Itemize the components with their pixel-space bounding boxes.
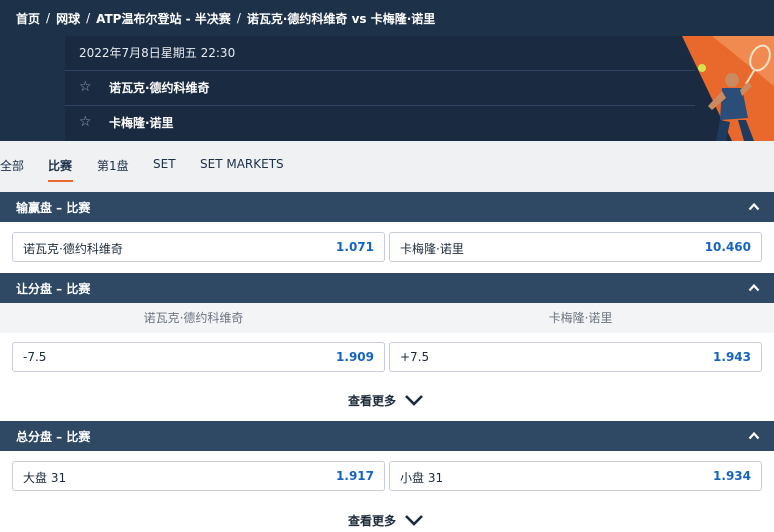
odds-button-handicap-p1[interactable]: -7.5 1.909 — [12, 342, 385, 372]
totals-body: 大盘 31 1.917 小盘 31 1.934 查看更多 — [0, 451, 774, 532]
divider — [65, 70, 695, 71]
tab-match[interactable]: 比赛 — [48, 157, 72, 174]
moneyline-header[interactable]: 输赢盘 – 比赛 — [0, 192, 774, 222]
chevron-up-icon[interactable] — [748, 282, 760, 294]
tab-set-1[interactable]: 第1盘 — [97, 157, 129, 174]
breadcrumb-separator: / — [46, 11, 51, 25]
odds-value: 10.460 — [704, 240, 751, 254]
page: 首页 / 网球 / ATP温布尔登站 - 半决赛 / 诺瓦克·德约科维奇 vs … — [0, 0, 774, 532]
player-row-2: ☆ 卡梅隆·诺里 — [79, 112, 174, 132]
odds-value: 1.909 — [336, 350, 374, 364]
chevron-down-icon — [405, 395, 423, 406]
breadcrumb-tennis[interactable]: 网球 — [56, 10, 80, 27]
odds-button-moneyline-p2[interactable]: 卡梅隆·诺里 10.460 — [389, 232, 762, 262]
handicap-body: 诺瓦克·德约科维奇 卡梅隆·诺里 -7.5 1.909 +7.5 1.943 查… — [0, 303, 774, 421]
favorite-star-icon[interactable]: ☆ — [79, 112, 109, 132]
favorite-star-icon[interactable]: ☆ — [79, 77, 109, 97]
match-header: 首页 / 网球 / ATP温布尔登站 - 半决赛 / 诺瓦克·德约科维奇 vs … — [0, 0, 774, 141]
selection-label: 卡梅隆·诺里 — [400, 242, 464, 256]
totals-title: 总分盘 – 比赛 — [16, 430, 91, 444]
totals-header[interactable]: 总分盘 – 比赛 — [0, 421, 774, 451]
chevron-down-icon — [405, 515, 423, 526]
show-more-button[interactable]: 查看更多 — [348, 510, 424, 530]
tennis-player-illustration — [682, 36, 774, 141]
odds-button-under[interactable]: 小盘 31 1.934 — [389, 461, 762, 491]
breadcrumb-separator: / — [86, 11, 91, 25]
breadcrumb: 首页 / 网球 / ATP温布尔登站 - 半决赛 / 诺瓦克·德约科维奇 vs … — [16, 9, 435, 27]
tab-all[interactable]: 全部 — [0, 157, 24, 174]
moneyline-title: 输赢盘 – 比赛 — [16, 201, 91, 215]
selection-label: 诺瓦克·德约科维奇 — [23, 242, 123, 256]
match-datetime: 2022年7月8日星期五 22:30 — [79, 46, 236, 60]
show-more-button[interactable]: 查看更多 — [348, 390, 424, 410]
breadcrumb-match: 诺瓦克·德约科维奇 vs 卡梅隆·诺里 — [246, 11, 436, 26]
odds-value: 1.934 — [713, 469, 751, 483]
handicap-header[interactable]: 让分盘 – 比赛 — [0, 273, 774, 303]
odds-value: 1.943 — [713, 350, 751, 364]
show-more-label: 查看更多 — [348, 393, 397, 408]
odds-value: 1.071 — [336, 240, 374, 254]
chevron-up-icon[interactable] — [748, 201, 760, 213]
player-row-1: ☆ 诺瓦克·德约科维奇 — [79, 77, 210, 97]
divider — [65, 105, 695, 106]
active-tab-indicator — [48, 180, 73, 182]
odds-value: 1.917 — [336, 469, 374, 483]
odds-button-moneyline-p1[interactable]: 诺瓦克·德约科维奇 1.071 — [12, 232, 385, 262]
selection-label: 大盘 31 — [23, 471, 67, 485]
odds-button-over[interactable]: 大盘 31 1.917 — [12, 461, 385, 491]
show-more-label: 查看更多 — [348, 513, 397, 528]
handicap-title: 让分盘 – 比赛 — [16, 282, 91, 296]
chevron-up-icon[interactable] — [748, 430, 760, 442]
tab-set-markets[interactable]: SET MARKETS — [200, 157, 284, 171]
tab-set[interactable]: SET — [153, 157, 176, 171]
odds-button-handicap-p2[interactable]: +7.5 1.943 — [389, 342, 762, 372]
player-1-name: 诺瓦克·德约科维奇 — [109, 80, 210, 95]
breadcrumb-tournament[interactable]: ATP温布尔登站 - 半决赛 — [96, 10, 231, 27]
column-header-player-2: 卡梅隆·诺里 — [387, 303, 774, 333]
breadcrumb-separator: / — [236, 11, 241, 25]
player-2-name: 卡梅隆·诺里 — [109, 115, 174, 130]
moneyline-body: 诺瓦克·德约科维奇 1.071 卡梅隆·诺里 10.460 — [0, 222, 774, 273]
selection-label: +7.5 — [400, 350, 430, 364]
breadcrumb-home[interactable]: 首页 — [16, 10, 40, 27]
selection-label: -7.5 — [23, 350, 47, 364]
market-tabs: 全部 比赛 第1盘 SET SET MARKETS — [0, 151, 774, 183]
column-header-player-1: 诺瓦克·德约科维奇 — [0, 303, 387, 333]
selection-label: 小盘 31 — [400, 471, 444, 485]
